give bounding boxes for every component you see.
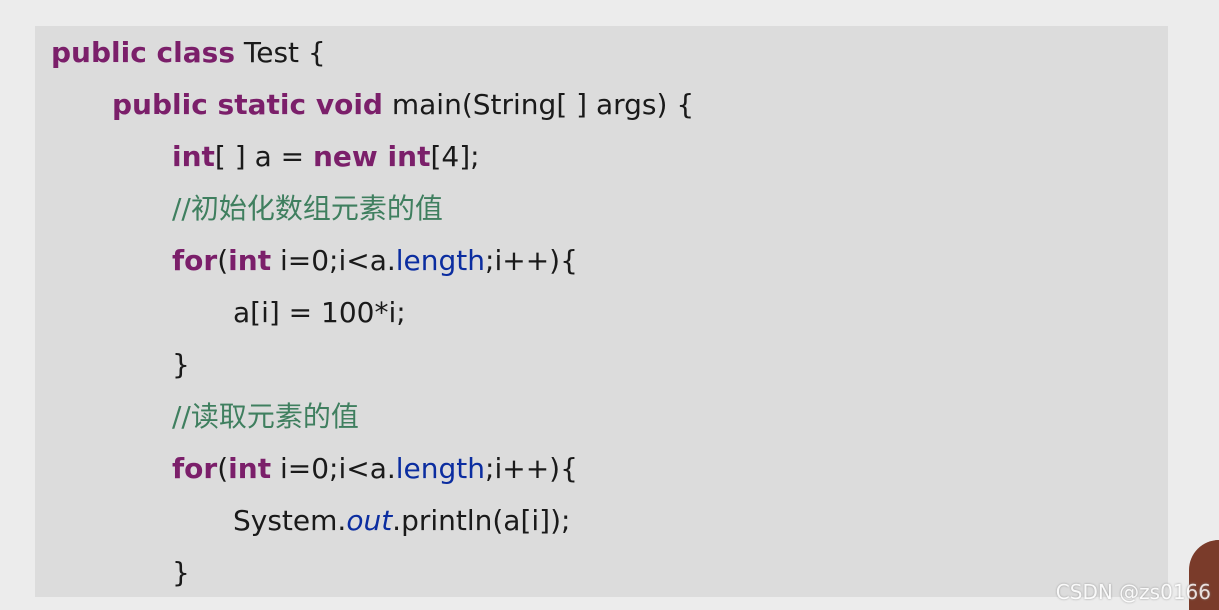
keyword: int <box>172 140 215 173</box>
code-line-2: public static void main(String[ ] args) … <box>112 79 694 131</box>
static-field: out <box>346 504 393 537</box>
code-text: main(String[ ] args) { <box>382 88 695 121</box>
keyword: public class <box>51 36 235 69</box>
code-line-10: System.out.println(a[i]); <box>233 495 570 547</box>
code-line-1: public class Test { <box>51 27 326 79</box>
code-line-11: } <box>172 556 190 589</box>
code-text: ;i++){ <box>485 244 578 277</box>
field-name: length <box>395 452 486 485</box>
code-text: i=0;i<a. <box>271 244 396 277</box>
code-line-7: } <box>172 348 190 381</box>
code-text: Test { <box>234 36 326 69</box>
code-text: ( <box>217 452 229 485</box>
code-text: ( <box>217 244 229 277</box>
keyword: int <box>228 244 272 277</box>
code-text: [4]; <box>430 140 480 173</box>
code-comment-2: //读取元素的值 <box>172 400 359 433</box>
code-line-9: for(int i=0;i<a.length;i++){ <box>172 443 578 495</box>
keyword: for <box>172 452 218 485</box>
code-text: .println(a[i]); <box>392 504 571 537</box>
keyword: int <box>228 452 272 485</box>
code-line-6: a[i] = 100*i; <box>233 296 406 329</box>
keyword: for <box>172 244 218 277</box>
code-text: System. <box>233 504 347 537</box>
code-line-3: int[ ] a = new int[4]; <box>172 131 480 183</box>
watermark: CSDN @zs0166 <box>1055 580 1211 604</box>
code-panel: public class Test { public static void m… <box>35 26 1168 597</box>
keyword: new int <box>313 140 431 173</box>
code-text: [ ] a = <box>214 140 313 173</box>
code-text: i=0;i<a. <box>271 452 396 485</box>
field-name: length <box>395 244 486 277</box>
code-comment-1: //初始化数组元素的值 <box>172 192 443 225</box>
code-line-5: for(int i=0;i<a.length;i++){ <box>172 235 578 287</box>
code-text: ;i++){ <box>485 452 578 485</box>
keyword: public static void <box>112 88 383 121</box>
